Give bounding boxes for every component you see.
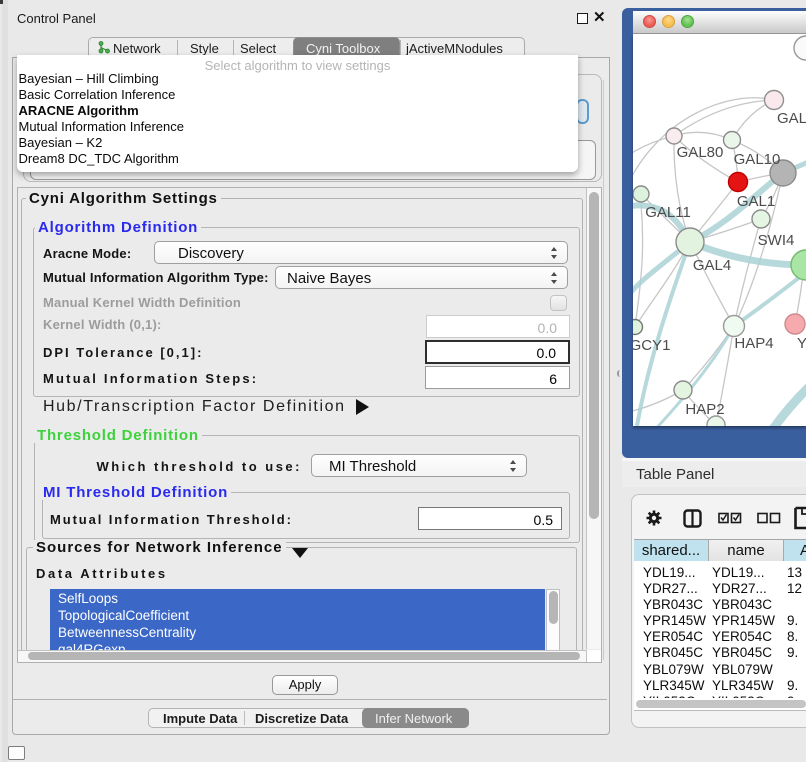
svg-text:GAL11: GAL11	[645, 204, 691, 221]
svg-text:SWI4: SWI4	[758, 232, 795, 249]
svg-text:HAP2: HAP2	[685, 401, 724, 418]
svg-text:GAL7: GAL7	[777, 110, 806, 127]
svg-text:GAL4: GAL4	[693, 257, 731, 274]
svg-text:Y: Y	[797, 335, 806, 352]
svg-text:GAL1: GAL1	[737, 193, 775, 210]
svg-text:GAL10: GAL10	[734, 151, 781, 168]
svg-text:GAL80: GAL80	[677, 144, 724, 161]
svg-text:HAP4: HAP4	[734, 335, 773, 352]
svg-text:GCY1: GCY1	[633, 337, 670, 354]
